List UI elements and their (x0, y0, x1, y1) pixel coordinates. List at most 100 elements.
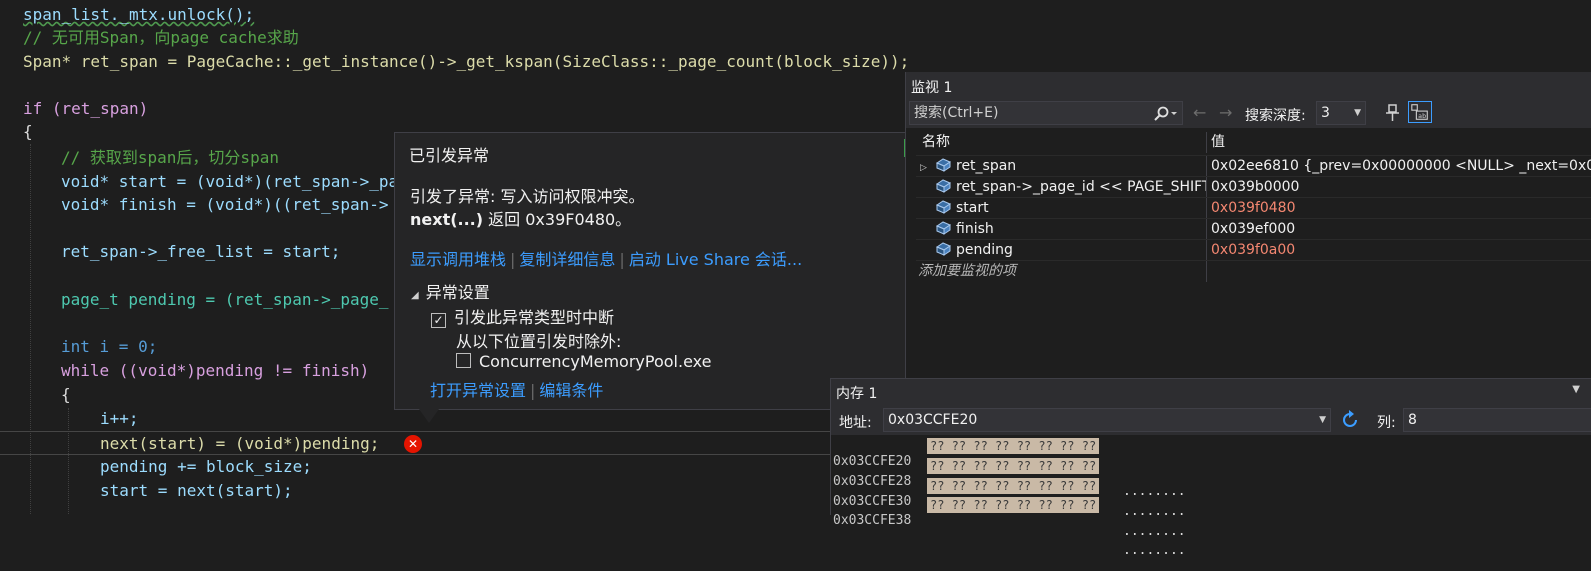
memory-ascii[interactable]: ........ (1123, 502, 1186, 521)
code-line[interactable]: // 无可用Span，向page cache求助 (0, 26, 1591, 50)
exception-return: 返回 0x39F0480。 (483, 210, 632, 229)
column-divider (1206, 261, 1207, 282)
memory-row[interactable]: 0x03CCFE28 ?? ?? ?? ?? ?? ?? ?? ?? .....… (831, 457, 1186, 519)
watch-window: 监视 1 搜索(Ctrl+E) ← → 搜索深度: 3 ▼ ab 名称 值 ▷ … (905, 72, 1591, 382)
search-depth-select[interactable]: 3 ▼ (1316, 101, 1366, 125)
add-watch-row[interactable]: 添加要监视的项 (916, 260, 1591, 282)
code-line[interactable]: Span* ret_span = PageCache::_get_instanc… (0, 50, 1591, 74)
error-icon[interactable]: ✕ (404, 435, 422, 453)
code-text: start = next(start); (100, 481, 293, 500)
exception-settings-label: 异常设置 (425, 283, 490, 302)
watch-row[interactable]: ret_span->_page_id << PAGE_SHIFT 0x039b0… (916, 176, 1591, 198)
memory-bytes[interactable]: ?? ?? ?? ?? ?? ?? ?? ?? (927, 478, 1100, 494)
chevron-down-icon[interactable]: ▼ (1319, 409, 1326, 431)
watch-row[interactable]: ▷ ret_span 0x02ee6810 {_prev=0x00000000 <… (916, 155, 1591, 177)
memory-bytes[interactable]: ?? ?? ?? ?? ?? ?? ?? ?? (927, 458, 1100, 474)
column-divider (1206, 219, 1207, 240)
watch-value-changed[interactable]: 0x039f0a00 (1211, 240, 1591, 261)
search-depth-value: 3 (1321, 105, 1330, 121)
column-divider (1206, 177, 1207, 198)
code-line[interactable]: span_list._mtx.unlock(); (0, 3, 1591, 27)
watch-search-input[interactable]: 搜索(Ctrl+E) (909, 101, 1183, 125)
watch-row[interactable]: pending 0x039f0a00 (916, 239, 1591, 261)
add-watch-item[interactable]: 添加要监视的项 (916, 261, 1208, 282)
window-menu-icon[interactable]: ▼ (1572, 384, 1580, 395)
break-on-exception-label: 引发此异常类型时中断 (454, 308, 615, 327)
column-divider (1206, 132, 1207, 153)
edit-conditions-link[interactable]: 编辑条件 (539, 381, 603, 400)
break-on-exception-row[interactable]: ✓ 引发此异常类型时中断 (431, 304, 614, 328)
search-back-icon[interactable]: ← (1193, 103, 1206, 122)
address-label: 地址: (839, 415, 872, 431)
except-from-label: 从以下位置引发时除外: (456, 332, 622, 351)
columns-input[interactable]: 8 (1403, 408, 1591, 432)
variable-icon (935, 158, 952, 172)
code-text: while ((void*)pending != finish) (61, 361, 370, 380)
code-text: page_t pending = (ret_span->_page_ (61, 290, 389, 309)
svg-text:ab: ab (1418, 113, 1426, 120)
memory-row[interactable]: 0x03CCFE38 ?? ?? ?? ?? ?? ?? ?? ?? .....… (831, 496, 1186, 558)
open-exception-settings-link[interactable]: 打开异常设置 (430, 381, 526, 400)
code-text: { (61, 385, 71, 404)
columns-label: 列: (1377, 415, 1396, 431)
code-text: ret_span->_free_list = start; (61, 242, 341, 261)
exception-message: 引发了异常: 写入访问权限冲突。 (410, 187, 645, 206)
variable-icon (935, 179, 952, 193)
chevron-down-icon: ▼ (1354, 108, 1361, 118)
memory-row[interactable]: 0x03CCFE30 ?? ?? ?? ?? ?? ?? ?? ?? .....… (831, 477, 1186, 539)
live-share-link[interactable]: 启动 Live Share 会话... (629, 250, 802, 269)
memory-bytes[interactable]: ?? ?? ?? ?? ?? ?? ?? ?? (927, 438, 1100, 454)
code-text: next(start) = (void*)pending; (100, 434, 380, 453)
memory-title: 内存 1 (836, 386, 878, 402)
watch-name: ret_span->_page_id << PAGE_SHIFT (956, 179, 1206, 195)
break-on-exception-checkbox[interactable]: ✓ (431, 313, 446, 328)
search-depth-label: 搜索深度: (1245, 108, 1306, 124)
address-value: 0x03CCFE20 (888, 412, 978, 428)
exception-settings-toggle[interactable]: ◢ 异常设置 (411, 279, 490, 303)
watch-name: ret_span (956, 158, 1017, 174)
search-icon[interactable] (1153, 106, 1179, 122)
value-column-header[interactable]: 值 (1211, 132, 1591, 153)
code-text: Span* ret_span = PageCache::_get_instanc… (23, 52, 910, 71)
module-checkbox[interactable] (456, 353, 471, 368)
variable-icon (935, 242, 952, 256)
name-column-header[interactable]: 名称 (916, 132, 1212, 153)
address-input[interactable]: 0x03CCFE20 ▼ (883, 408, 1331, 432)
watch-name: finish (956, 221, 994, 237)
pin-icon[interactable] (1383, 103, 1401, 123)
watch-value[interactable]: 0x039b0000 (1211, 177, 1591, 198)
code-text: { (23, 122, 33, 141)
show-call-stack-link[interactable]: 显示调用堆栈 (410, 250, 506, 269)
code-text: void* finish = (void*)((ret_span-> (61, 195, 389, 214)
memory-bytes[interactable]: ?? ?? ?? ?? ?? ?? ?? ?? (927, 497, 1100, 513)
exception-function: next(...) (410, 210, 484, 229)
search-forward-icon[interactable]: → (1219, 103, 1232, 122)
memory-row[interactable]: 0x03CCFE20 ?? ?? ?? ?? ?? ?? ?? ?? .....… (831, 437, 1186, 499)
watch-title: 监视 1 (911, 80, 953, 96)
memory-toolbar: 地址: 0x03CCFE20 ▼ 列: 8 (831, 405, 1591, 435)
watch-titlebar[interactable]: 监视 1 (906, 72, 1591, 99)
watch-value-changed[interactable]: 0x039f0480 (1211, 198, 1591, 219)
memory-titlebar[interactable]: 内存 1 ▼ (831, 379, 1591, 405)
module-exception-row[interactable]: ConcurrencyMemoryPool.exe (456, 352, 711, 371)
search-placeholder: 搜索(Ctrl+E) (914, 105, 999, 121)
watch-row[interactable]: finish 0x039ef000 (916, 218, 1591, 240)
popup-pointer (419, 409, 439, 423)
memory-ascii[interactable]: ........ (1123, 482, 1186, 501)
hex-display-icon[interactable]: ab (1408, 101, 1432, 123)
variable-icon (935, 200, 952, 214)
memory-ascii[interactable]: ........ (1123, 541, 1186, 560)
collapse-triangle-icon: ◢ (411, 290, 419, 301)
expand-arrow-icon[interactable]: ▷ (920, 158, 934, 177)
code-comment: // 获取到span后，切分span (61, 148, 279, 167)
refresh-icon[interactable] (1339, 409, 1361, 431)
watch-grid-header: 名称 值 (916, 132, 1591, 153)
exception-message-detail: next(...) 返回 0x39F0480。 (410, 206, 631, 230)
watch-row[interactable]: start 0x039f0480 (916, 197, 1591, 219)
watch-value[interactable]: 0x039ef000 (1211, 219, 1591, 240)
columns-value: 8 (1408, 412, 1417, 428)
memory-ascii[interactable]: ........ (1123, 522, 1186, 541)
copy-details-link[interactable]: 复制详细信息 (519, 250, 615, 269)
watch-value[interactable]: 0x02ee6810 {_prev=0x00000000 <NULL> _nex… (1211, 156, 1591, 177)
watch-name: start (956, 200, 989, 216)
